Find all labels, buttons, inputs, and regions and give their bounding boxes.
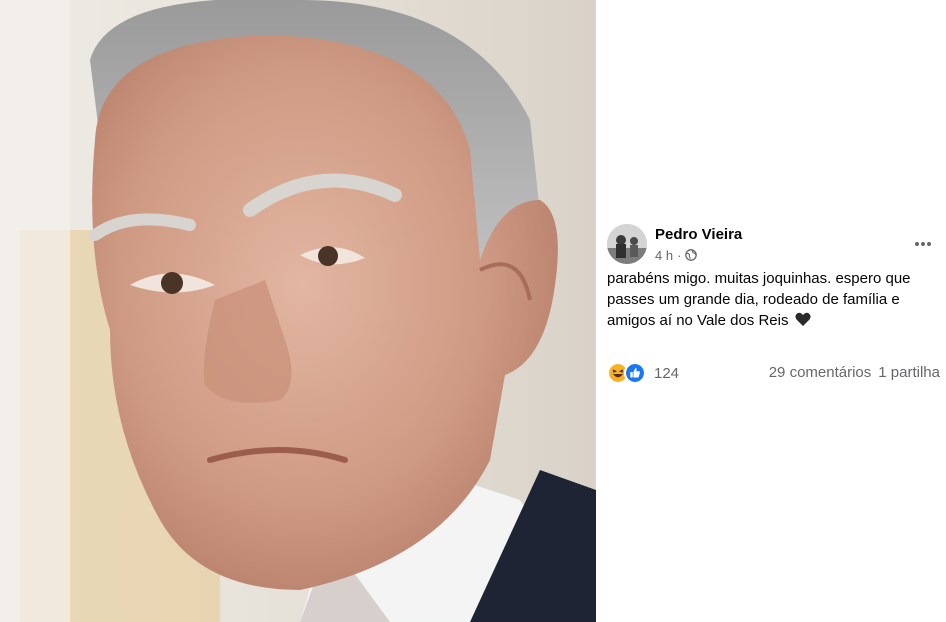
author-name[interactable]: Pedro Vieira (655, 226, 742, 243)
black-heart-icon (795, 312, 811, 326)
engagement-links: 29 comentários 1 partilha (769, 364, 940, 381)
like-icon (624, 362, 646, 384)
more-horizontal-icon (915, 242, 931, 246)
post-photo[interactable] (0, 0, 596, 622)
reaction-count: 124 (654, 364, 680, 382)
shares-link[interactable]: 1 partilha (878, 364, 940, 381)
portrait-image (0, 0, 596, 622)
post-timestamp[interactable]: 4 h (655, 248, 673, 263)
post-message-text: parabéns migo. muitas joquinhas. espero … (607, 270, 911, 329)
more-options-button[interactable] (909, 230, 937, 258)
post-header: Pedro Vieira 4 h · (607, 224, 937, 268)
post-stats: 124 29 comentários 1 partilha (607, 360, 940, 386)
meta-separator: · (677, 247, 682, 263)
post-details-panel: Pedro Vieira 4 h · parabéns migo. muitas… (596, 0, 946, 622)
post-message: parabéns migo. muitas joquinhas. espero … (607, 268, 937, 331)
photo-viewer: Pedro Vieira 4 h · parabéns migo. muitas… (0, 0, 946, 622)
globe-icon (685, 249, 698, 261)
avatar-image (607, 224, 647, 264)
avatar[interactable] (607, 224, 647, 264)
post-meta: 4 h · (655, 247, 698, 263)
reactions-summary[interactable]: 124 (607, 362, 679, 384)
comments-link[interactable]: 29 comentários (769, 364, 872, 381)
